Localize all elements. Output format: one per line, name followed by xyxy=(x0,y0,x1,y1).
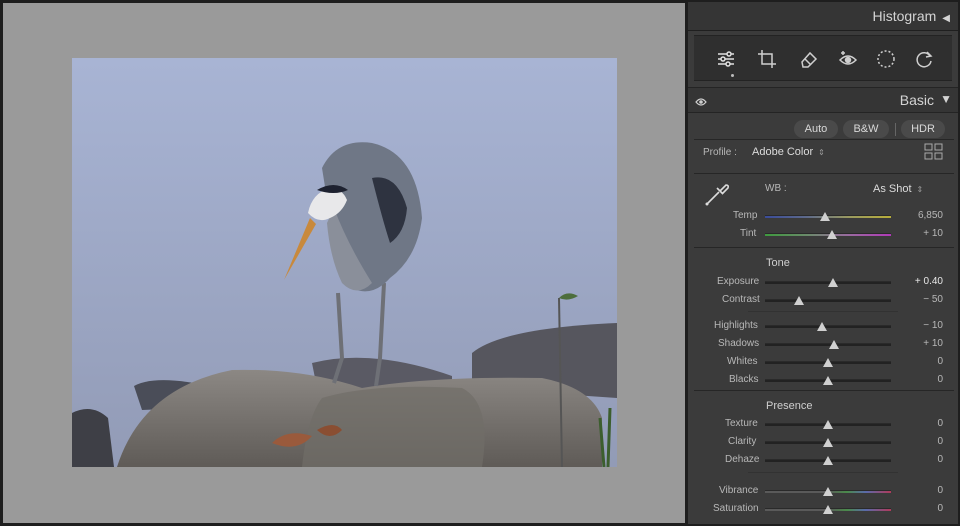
exposure-slider-thumb[interactable] xyxy=(828,278,839,287)
whites-value[interactable]: 0 xyxy=(937,356,943,367)
whites-slider-thumb[interactable] xyxy=(823,358,833,367)
dehaze-value[interactable]: 0 xyxy=(937,454,943,465)
bw-button[interactable]: B&W xyxy=(843,120,889,138)
dehaze-slider-thumb[interactable] xyxy=(823,456,833,465)
tint-label: Tint xyxy=(740,228,757,239)
vibrance-slider-thumb[interactable] xyxy=(823,487,833,496)
contrast-slider[interactable] xyxy=(765,299,891,302)
highlights-label: Highlights xyxy=(714,320,758,331)
saturation-slider-thumb[interactable] xyxy=(823,505,833,514)
temp-slider-thumb[interactable] xyxy=(820,212,831,221)
wb-value: As Shot xyxy=(873,183,912,195)
highlights-value[interactable]: − 10 xyxy=(923,320,943,331)
wb-label: WB : xyxy=(765,183,787,194)
saturation-value[interactable]: 0 xyxy=(937,503,943,514)
profile-value: Adobe Color xyxy=(752,146,814,158)
divider xyxy=(748,472,898,473)
shadows-label: Shadows xyxy=(718,338,760,349)
develop-panel: Histogram ◀ Basic ▼ Auto B&W HDR Profile… xyxy=(688,2,958,524)
photo-heron[interactable] xyxy=(72,58,617,467)
crop-icon[interactable] xyxy=(756,48,778,70)
histogram-collapse-icon[interactable]: ◀ xyxy=(942,13,950,24)
highlights-slider[interactable] xyxy=(765,325,891,328)
updown-icon: ⇕ xyxy=(818,148,825,157)
basic-panel-header[interactable]: Basic ▼ xyxy=(688,87,958,113)
masking-icon[interactable] xyxy=(875,48,897,70)
texture-value[interactable]: 0 xyxy=(937,418,943,429)
clarity-slider-thumb[interactable] xyxy=(823,438,833,447)
tone-section-title: Tone xyxy=(766,257,790,269)
divider xyxy=(748,311,898,312)
hdr-button[interactable]: HDR xyxy=(901,120,945,138)
saturation-label: Saturation xyxy=(713,503,759,514)
basic-collapse-icon[interactable]: ▼ xyxy=(940,92,952,106)
button-separator xyxy=(895,123,896,136)
profile-label: Profile : xyxy=(703,147,737,158)
wb-eyedropper-icon[interactable] xyxy=(703,178,733,213)
heal-eraser-icon[interactable] xyxy=(797,48,819,70)
photo-canvas[interactable] xyxy=(3,3,685,523)
presets-icon[interactable] xyxy=(913,48,935,70)
whites-label: Whites xyxy=(727,356,758,367)
texture-label: Texture xyxy=(725,418,758,429)
clarity-label: Clarity xyxy=(728,436,757,447)
highlights-slider-thumb[interactable] xyxy=(816,322,827,331)
histogram-header[interactable]: Histogram ◀ xyxy=(688,2,958,31)
contrast-label: Contrast xyxy=(722,294,760,305)
vibrance-label: Vibrance xyxy=(719,485,759,496)
clarity-value[interactable]: 0 xyxy=(937,436,943,447)
divider xyxy=(694,390,954,391)
blacks-slider-thumb[interactable] xyxy=(823,376,833,385)
active-tool-indicator xyxy=(731,74,734,77)
temp-label: Temp xyxy=(733,210,758,221)
contrast-slider-thumb[interactable] xyxy=(794,296,805,305)
panel-visibility-eye-icon[interactable] xyxy=(695,94,707,112)
exposure-value[interactable]: + 0.40 xyxy=(915,276,943,287)
shadows-slider[interactable] xyxy=(765,343,891,346)
profile-dropdown[interactable]: Adobe Color ⇕ xyxy=(752,146,825,158)
edit-sliders-icon[interactable] xyxy=(715,48,737,70)
exposure-label: Exposure xyxy=(717,276,760,287)
profile-browser-grid-icon[interactable] xyxy=(924,143,944,166)
temp-value[interactable]: 6,850 xyxy=(918,210,943,221)
blacks-label: Blacks xyxy=(729,374,759,385)
divider xyxy=(694,173,954,174)
auto-button[interactable]: Auto xyxy=(794,120,838,138)
shadows-value[interactable]: + 10 xyxy=(923,338,943,349)
wb-dropdown[interactable]: As Shot ⇕ xyxy=(873,183,923,195)
shadows-slider-thumb[interactable] xyxy=(829,340,840,349)
tint-slider-thumb[interactable] xyxy=(826,230,837,239)
contrast-value[interactable]: − 50 xyxy=(923,294,943,305)
basic-panel-title: Basic xyxy=(899,92,934,108)
tool-strip xyxy=(694,35,952,81)
vibrance-value[interactable]: 0 xyxy=(937,485,943,496)
updown-icon: ⇕ xyxy=(916,185,924,194)
red-eye-icon[interactable] xyxy=(837,48,859,70)
histogram-title: Histogram xyxy=(872,8,937,24)
texture-slider-thumb[interactable] xyxy=(823,420,833,429)
dehaze-label: Dehaze xyxy=(725,454,760,465)
divider xyxy=(694,247,954,248)
divider xyxy=(694,139,954,140)
presence-section-title: Presence xyxy=(766,400,813,412)
tint-value[interactable]: + 10 xyxy=(923,228,943,239)
blacks-value[interactable]: 0 xyxy=(937,374,943,385)
